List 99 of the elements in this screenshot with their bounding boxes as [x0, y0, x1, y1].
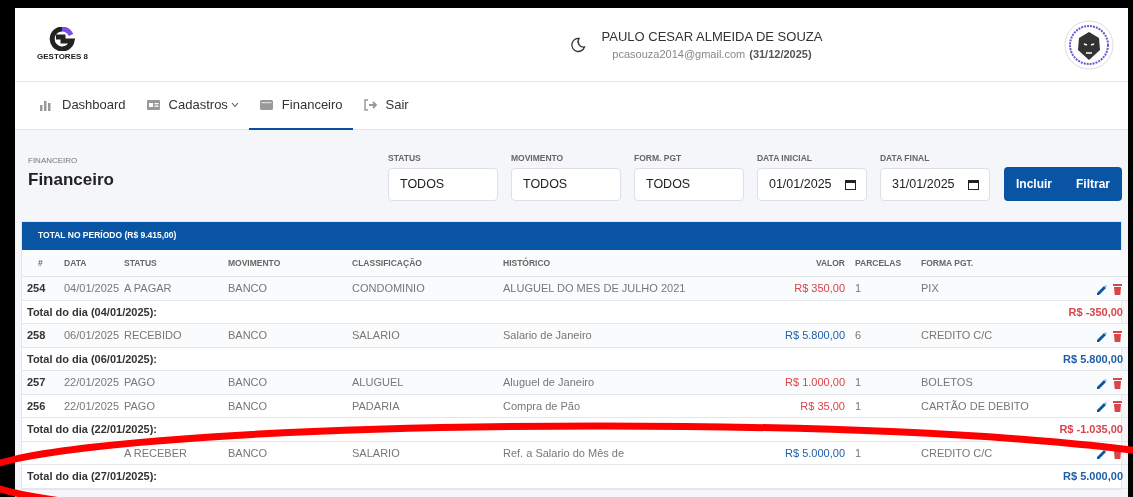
trash-icon[interactable] — [1112, 282, 1123, 295]
day-total-value: R$ -1.035,00 — [498, 417, 1128, 442]
table-cell: BANCO — [223, 323, 347, 348]
user-email: pcasouza2014@gmail.com — [612, 47, 746, 62]
table-cell: PAGO — [119, 394, 223, 418]
field-label: MOVIMENTO — [510, 152, 565, 165]
table-cell: SALARIO — [347, 323, 498, 348]
field-label: DATA FINAL — [879, 152, 931, 165]
edit-icon[interactable] — [1095, 376, 1107, 389]
table-cell: ALUGUEL DO MES DE JULHO 2021 — [498, 276, 718, 301]
field-label: FORM. PGT — [633, 152, 683, 165]
column-header: # — [22, 249, 59, 277]
table-cell: CREDITO C/C — [916, 323, 1066, 348]
table-cell: Salario de Janeiro — [498, 323, 718, 348]
table-cell: Aluguel de Janeiro — [498, 370, 718, 395]
table-cell: 257 — [22, 370, 59, 395]
table-cell: ALUGUEL — [347, 370, 498, 395]
calendar-icon — [844, 178, 856, 190]
table-cell: SALARIO — [347, 441, 498, 465]
table-cell: PAGO — [119, 370, 223, 395]
day-total-value: R$ -350,00 — [498, 300, 1128, 324]
table-cell: R$ 35,00 — [718, 394, 850, 418]
column-header: FORMA PGT. — [916, 249, 1066, 277]
expiry-date: (31/12/2025) — [749, 47, 812, 62]
day-total-value: R$ 5.000,00 — [498, 464, 1128, 489]
page-title: Financeiro — [28, 169, 115, 192]
day-total-label: Total do dia (27/01/2025): — [22, 464, 498, 489]
edit-icon[interactable] — [1095, 282, 1107, 295]
logo-icon — [48, 26, 77, 51]
table-cell: 6 — [850, 323, 916, 348]
select-field[interactable]: TODOS — [510, 167, 621, 201]
table-cell: 06/01/2025 — [59, 323, 119, 348]
edit-icon[interactable] — [1095, 400, 1107, 412]
trash-icon[interactable] — [1112, 329, 1123, 342]
table-cell: R$ 350,00 — [718, 276, 850, 301]
table-cell: 1 — [850, 394, 916, 418]
table-cell: PADARIA — [347, 394, 498, 418]
table-cell: CREDITO C/C — [916, 441, 1066, 465]
moon-icon[interactable] — [569, 36, 586, 53]
table-cell: RECEBIDO — [119, 323, 223, 348]
filter-button[interactable]: Filtrar — [1064, 166, 1122, 201]
table-cell: 22/01/2025 — [59, 394, 119, 418]
day-total-label: Total do dia (04/01/2025): — [22, 300, 498, 324]
select-field[interactable]: TODOS — [387, 167, 498, 201]
table-cell: 256 — [22, 394, 59, 418]
day-total-label: Total do dia (06/01/2025): — [22, 347, 498, 371]
add-button[interactable]: Incluir — [1003, 166, 1064, 201]
table-cell: BANCO — [223, 370, 347, 395]
nav-tab[interactable]: Sair — [352, 81, 419, 130]
column-header: CLASSIFICAÇÃO — [347, 249, 498, 277]
table-cell: Compra de Pão — [498, 394, 718, 418]
column-header: DATA — [59, 249, 119, 277]
date-field[interactable]: 01/01/2025 — [756, 167, 867, 201]
breadcrumb-text: FINANCEIRO — [28, 155, 79, 168]
id-card-icon — [145, 97, 161, 112]
trash-icon[interactable] — [1112, 400, 1123, 412]
column-header: MOVIMENTO — [223, 249, 347, 277]
table-cell: 254 — [22, 276, 59, 301]
table-cell: 1 — [850, 276, 916, 301]
table-cell: CONDOMINIO — [347, 276, 498, 301]
edit-icon[interactable] — [1095, 447, 1107, 459]
table-cell: 22/01/2025 — [59, 370, 119, 395]
table-cell: 1 — [850, 441, 916, 465]
table-cell: PIX — [916, 276, 1066, 301]
table-cell: R$ 1.000,00 — [718, 370, 850, 395]
table-cell: CARTÃO DE DEBITO — [916, 394, 1066, 418]
select-field[interactable]: TODOS — [633, 167, 744, 201]
trash-icon[interactable] — [1112, 376, 1123, 389]
column-header: VALOR — [718, 249, 850, 277]
edit-icon[interactable] — [1095, 329, 1107, 342]
day-total-label: Total do dia (22/01/2025): — [22, 417, 498, 442]
table-cell: Ref. a Salario do Mês de — [498, 441, 718, 465]
table-cell: BOLETOS — [916, 370, 1066, 395]
logo-text: GESTORES 8 — [37, 50, 88, 63]
nav-tab[interactable]: Cadastros — [135, 81, 249, 130]
column-header: HISTÓRICO — [498, 249, 718, 277]
wallet-icon — [258, 97, 274, 112]
table-cell: BANCO — [223, 441, 347, 465]
column-header: PARCELAS — [850, 249, 916, 277]
date-field[interactable]: 31/01/2025 — [879, 167, 990, 201]
table-cell: 258 — [22, 323, 59, 348]
table-cell: BANCO — [223, 276, 347, 301]
user-name: PAULO CESAR ALMEIDA DE SOUZA — [601, 27, 823, 46]
table-cell: 04/01/2025 — [59, 276, 119, 301]
day-total-value: R$ 5.800,00 — [498, 347, 1128, 371]
field-label: STATUS — [387, 152, 422, 165]
field-label: DATA INICIAL — [756, 152, 814, 165]
exit-icon — [362, 97, 378, 112]
table-cell: A PAGAR — [119, 276, 223, 301]
column-header: STATUS — [119, 249, 223, 277]
calendar-icon — [967, 178, 979, 190]
table-cell: A RECEBER — [119, 441, 223, 465]
table-cell: R$ 5.000,00 — [718, 441, 850, 465]
nav-tab[interactable]: Dashboard — [29, 81, 136, 130]
period-total-bar: TOTAL NO PERÍODO (R$ 9.415,00) — [22, 221, 1121, 250]
table-cell: BANCO — [223, 394, 347, 418]
emblem-logo — [1064, 19, 1114, 70]
table-cell: 1 — [850, 370, 916, 395]
table-cell: R$ 5.800,00 — [718, 323, 850, 348]
